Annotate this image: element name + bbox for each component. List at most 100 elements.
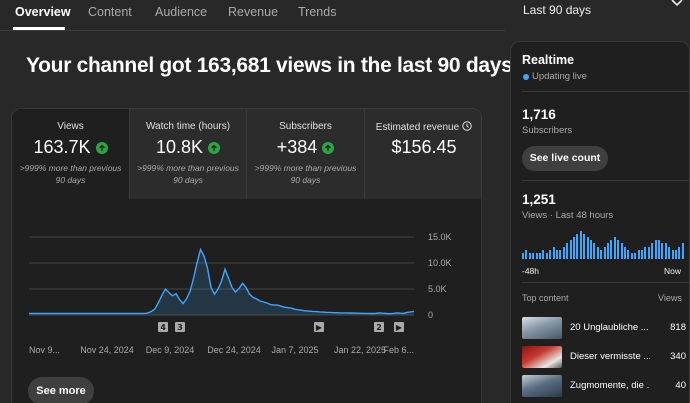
realtime-bar [658, 240, 660, 259]
metric-label: Watch time (hours) [145, 121, 231, 132]
see-more-button[interactable]: See more [28, 377, 94, 403]
info-icon[interactable] [462, 121, 472, 131]
video-views: 40 [675, 380, 686, 391]
realtime-bar [545, 252, 548, 259]
divider [522, 91, 690, 92]
metric-change: >999% more than previous 90 days [19, 163, 122, 185]
realtime-bar [637, 249, 640, 259]
subscribers-label: Subscribers [522, 125, 573, 136]
video-title: Dieser vermisste ... [570, 351, 650, 362]
realtime-bar [569, 240, 572, 259]
see-live-count-button[interactable]: See live count [522, 146, 608, 171]
tab-content[interactable]: Content [88, 5, 132, 19]
realtime-bar [627, 249, 630, 259]
axis-end-label: Now [664, 266, 682, 276]
realtime-bar [664, 243, 667, 259]
realtime-bar [596, 246, 599, 259]
video-thumbnail [522, 375, 562, 397]
x-tick-label: Dec 24, 2024 [207, 345, 261, 355]
realtime-bar [607, 243, 609, 259]
top-content-item[interactable]: Zugmomente, die ... 40 [522, 375, 686, 397]
realtime-bar [603, 246, 606, 259]
realtime-bar [600, 249, 603, 259]
video-views: 818 [670, 322, 686, 333]
realtime-bar [617, 240, 620, 259]
top-content-item[interactable]: 20 Unglaubliche ... 818 [522, 317, 686, 339]
realtime-bar-chart [522, 231, 686, 259]
subscribers-count: 1,716 [522, 107, 556, 122]
video-views: 340 [670, 351, 686, 362]
metric-label-text: Estimated revenue [375, 122, 460, 133]
video-title: Zugmomente, die ... [570, 380, 650, 391]
chevron-down-icon[interactable] [670, 0, 684, 9]
tabs-divider [0, 30, 505, 31]
realtime-bar [651, 243, 654, 259]
realtime-bar [522, 252, 524, 259]
views-column-label: Views [658, 293, 682, 303]
metric-change: >999% more than previous 90 days [137, 163, 239, 185]
metric-value: 163.7K [33, 137, 91, 157]
realtime-bar [644, 246, 647, 259]
realtime-bar [641, 249, 643, 259]
tab-trends[interactable]: Trends [298, 5, 336, 19]
realtime-bar [539, 252, 541, 259]
metric-revenue[interactable]: Estimated revenue $156.45 [365, 109, 481, 199]
realtime-bar [573, 237, 575, 259]
x-tick-label: Nov 9... [29, 345, 60, 355]
realtime-bar [668, 246, 671, 259]
realtime-bar [556, 249, 558, 259]
trend-up-icon [208, 141, 221, 154]
analytics-card: Views 163.7K >999% more than previous 90… [11, 108, 482, 403]
realtime-bar [630, 252, 633, 259]
realtime-title: Realtime [522, 53, 575, 67]
realtime-bar [525, 249, 528, 259]
realtime-bar [681, 243, 684, 259]
milestone-marker-label: 3 [177, 323, 183, 332]
milestone-marker-label: 2 [376, 323, 382, 332]
page-title: Your channel got 163,681 views in the la… [26, 54, 513, 77]
top-content-item[interactable]: Dieser vermisste ... 340 [522, 346, 686, 368]
realtime-bar [671, 249, 674, 259]
realtime-bar [583, 234, 586, 259]
realtime-bar [562, 246, 565, 259]
realtime-bar [586, 237, 589, 259]
metric-subscribers[interactable]: Subscribers +384 >999% more than previou… [247, 109, 364, 199]
realtime-bar [579, 231, 582, 259]
views-label: Views · Last 48 hours [522, 210, 614, 221]
tab-bar: Overview Content Audience Revenue Trends [0, 0, 505, 30]
axis-start-label: -48h [522, 266, 540, 276]
metric-views[interactable]: Views 163.7K >999% more than previous 90… [12, 109, 129, 199]
divider [522, 180, 690, 181]
realtime-bar [549, 249, 552, 259]
y-tick-label: 5.0K [428, 284, 447, 294]
realtime-bar [654, 240, 657, 259]
realtime-bar [593, 243, 596, 259]
metric-watch-time[interactable]: Watch time (hours) 10.8K >999% more than… [130, 109, 246, 199]
realtime-bar [528, 252, 531, 259]
realtime-bar [610, 240, 613, 259]
tab-overview[interactable]: Overview [15, 5, 71, 19]
milestone-marker-label: ▶ [396, 323, 403, 332]
tab-revenue[interactable]: Revenue [228, 5, 278, 19]
realtime-bar [678, 246, 681, 259]
period-selector[interactable]: Last 90 days [523, 3, 591, 17]
realtime-bar [634, 252, 637, 259]
realtime-bar [620, 243, 623, 259]
metric-label: Estimated revenue [365, 121, 481, 133]
y-tick-label: 15.0K [428, 232, 452, 242]
realtime-panel: Realtime Updating live 1,716 Subscribers… [510, 41, 690, 403]
realtime-bar [559, 249, 562, 259]
realtime-bar [590, 240, 592, 259]
y-tick-label: 10.0K [428, 258, 452, 268]
chart-svg: 15.0K 10.0K 5.0K 0 Nov 9... Nov 24, 2024 Dec 9… [29, 232, 452, 355]
x-tick-label: Nov 24, 2024 [80, 345, 134, 355]
realtime-bar [576, 234, 579, 259]
x-tick-label: Feb 6... [383, 345, 414, 355]
x-tick-label: Jan 7, 2025 [271, 345, 318, 355]
video-thumbnail [522, 346, 562, 368]
milestone-marker-label: 4 [160, 323, 166, 332]
realtime-bar [566, 243, 569, 259]
tab-audience[interactable]: Audience [155, 5, 207, 19]
metric-tabs: Views 163.7K >999% more than previous 90… [12, 109, 481, 199]
realtime-bar [647, 246, 650, 259]
